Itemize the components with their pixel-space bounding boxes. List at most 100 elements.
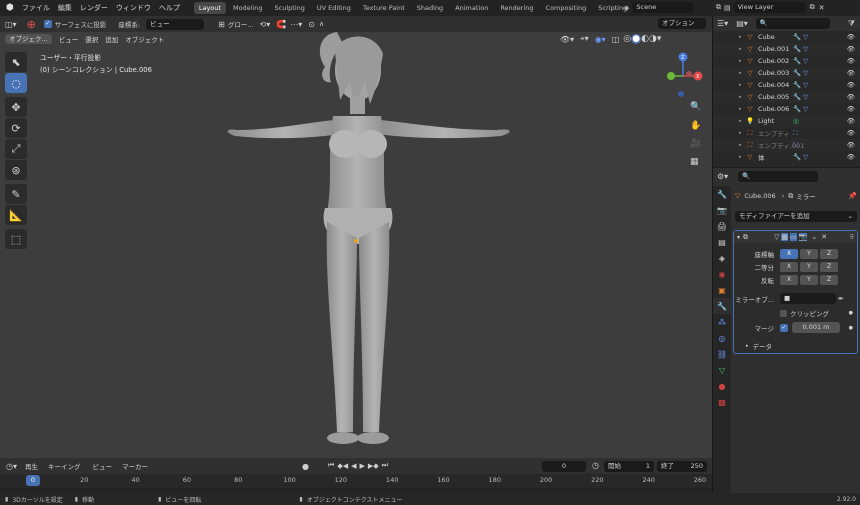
add-modifier-dropdown[interactable]: モディファイアーを追加 ⌄	[735, 211, 857, 222]
menu-add[interactable]: 追加	[105, 34, 118, 44]
view-layer-name[interactable]: View Layer	[733, 2, 806, 13]
outliner-item[interactable]: ▸ ▽ Cube.002 🔧 ▽ 👁	[713, 55, 860, 67]
timeline-ruler[interactable]: 0 20 40 60 80 100 120 140 160 180 200 220 240 260	[0, 474, 712, 488]
close-icon[interactable]: ✕	[819, 4, 825, 12]
outliner-item[interactable]: ▸ 💡 Light ◎ 👁	[713, 115, 860, 127]
keying-menu[interactable]: キーイング	[48, 461, 81, 471]
timeline-editor-icon[interactable]: ◷▾	[6, 462, 17, 471]
outliner-item[interactable]: ▸ ▽ Cube.001 🔧 ▽ 👁	[713, 43, 860, 55]
drag-handle-icon[interactable]: ⠿	[850, 234, 854, 241]
camera-view-icon[interactable]: 🎥	[690, 139, 701, 149]
merge-checkbox[interactable]: ✓	[780, 323, 788, 332]
material-tab-icon[interactable]: ●	[713, 378, 731, 394]
modifier-data-icon[interactable]: 🔧 ▽	[793, 45, 808, 53]
expand-arrow-icon[interactable]: ▸	[739, 106, 742, 112]
timeline-view-menu[interactable]: ビュー	[93, 461, 113, 471]
expand-arrow-icon[interactable]: ▸	[739, 130, 742, 136]
expand-arrow-icon[interactable]: ▸	[739, 46, 742, 52]
select-tool-icon[interactable]: ⬉	[5, 52, 27, 72]
shading-wireframe-icon[interactable]: ◎	[623, 34, 631, 44]
record-icon[interactable]: ●	[302, 462, 309, 471]
rotate-tool-icon[interactable]: ⟳	[5, 118, 27, 138]
outliner-item[interactable]: ▸ ▽ Cube 🔧 ▽ 👁	[713, 31, 860, 43]
tool-tab-icon[interactable]: 🔧	[713, 186, 731, 202]
play-icon[interactable]: ▶	[359, 462, 364, 470]
next-keyframe-icon[interactable]: ▶◆	[368, 462, 379, 470]
visibility-eye-icon[interactable]: 👁	[847, 69, 855, 77]
scene-selector[interactable]: ◈ Scene	[624, 2, 695, 13]
xray-icon[interactable]: ◫	[612, 35, 620, 44]
visibility-eye-icon[interactable]: 👁	[847, 57, 855, 65]
overlays-icon[interactable]: ◉▾	[595, 35, 606, 44]
clipping-checkbox[interactable]	[780, 309, 787, 317]
pan-icon[interactable]: ✋	[690, 121, 701, 131]
menu-view[interactable]: ビュー	[59, 34, 79, 44]
shading-solid-icon[interactable]: ●	[631, 34, 642, 44]
view-layer-tab-icon[interactable]: ▤	[713, 234, 731, 250]
visibility-eye-icon[interactable]: 👁	[847, 45, 855, 53]
shading-material-icon[interactable]: ◐	[641, 34, 649, 44]
visibility-eye-icon[interactable]: 👁	[847, 153, 855, 161]
flip-z-toggle[interactable]: Z	[820, 275, 838, 285]
collapse-arrow-icon[interactable]: ▾	[737, 234, 740, 241]
properties-editor-icon[interactable]: ⚙▾	[717, 172, 728, 181]
bisect-y-toggle[interactable]: Y	[800, 262, 818, 272]
flip-y-toggle[interactable]: Y	[800, 275, 818, 285]
scale-tool-icon[interactable]: ⤢	[5, 139, 27, 159]
world-tab-icon[interactable]: ◉	[713, 266, 731, 282]
menu-render[interactable]: レンダー	[80, 3, 108, 13]
marker-menu[interactable]: マーカー	[122, 461, 148, 471]
playback-menu[interactable]: 再生	[25, 461, 38, 471]
modifier-data-icon[interactable]: 🔧 ▽	[793, 93, 808, 101]
scene-tab-icon[interactable]: ◈	[713, 250, 731, 266]
display-mode-icon[interactable]: ▤▾	[736, 19, 748, 28]
menu-edit[interactable]: 編集	[58, 3, 72, 13]
visibility-eye-icon[interactable]: 👁	[847, 129, 855, 137]
expand-arrow-icon[interactable]: ▸	[739, 118, 742, 124]
editor-type-icon[interactable]: ◫▾	[5, 20, 17, 29]
expand-arrow-icon[interactable]: ▸	[739, 154, 742, 160]
merge-keyframe-dot-icon[interactable]: ●	[849, 325, 853, 331]
expand-arrow-icon[interactable]: ▸	[739, 70, 742, 76]
modifier-tab-icon[interactable]: 🔧	[713, 298, 731, 314]
texture-tab-icon[interactable]: ▩	[713, 394, 731, 410]
outliner-item[interactable]: ▸ ▽ Cube.003 🔧 ▽ 👁	[713, 67, 860, 79]
expand-arrow-icon[interactable]: ▸	[739, 82, 742, 88]
particles-tab-icon[interactable]: ⁂	[713, 314, 731, 330]
outliner-item[interactable]: ▸ ▽ Cube.004 🔧 ▽ 👁	[713, 79, 860, 91]
modifier-data-icon[interactable]: 🔧 ▽	[793, 33, 808, 41]
outliner-item[interactable]: ▸ ▽ Cube.006 🔧 ▽ 👁	[713, 103, 860, 115]
modifier-menu-icon[interactable]: ⌄	[811, 233, 817, 241]
eyedropper-icon[interactable]: ✒	[838, 295, 844, 303]
surface-project-checkbox[interactable]: ✓	[43, 20, 52, 28]
modifier-data-icon[interactable]: ⛶	[793, 129, 798, 138]
axis-x-toggle[interactable]: X	[780, 249, 798, 259]
outliner-item[interactable]: ▸ ▽ Cube.005 🔧 ▽ 👁	[713, 91, 860, 103]
mirror-object-field[interactable]: ■	[780, 293, 836, 304]
add-cube-tool-icon[interactable]: ⬚	[5, 229, 27, 249]
merge-distance-field[interactable]: 0.001 m	[792, 322, 840, 333]
visibility-eye-icon[interactable]: 👁	[847, 33, 855, 41]
outliner-item[interactable]: ▸ ⛶ エンプティ.001 ⛶ 👁	[713, 139, 860, 151]
visibility-eye-icon[interactable]: 👁	[847, 141, 855, 149]
orientation-dropdown[interactable]: ビュー	[146, 18, 205, 30]
outliner-search-input[interactable]: 🔍	[755, 18, 830, 29]
character-mesh[interactable]	[215, 12, 525, 452]
expand-arrow-icon[interactable]: ▸	[739, 58, 742, 64]
visibility-icon[interactable]: 👁▾	[560, 35, 574, 44]
data-tab-icon[interactable]: ▽	[713, 362, 731, 378]
render-tab-icon[interactable]: 📷	[713, 202, 731, 218]
mode-dropdown[interactable]: オブジェク...	[5, 34, 52, 44]
gizmo-icon[interactable]: ⌖▾	[580, 34, 589, 44]
pin-icon[interactable]: 📌	[848, 192, 857, 200]
copy-scene-icon[interactable]: ⧉	[716, 3, 721, 12]
axis-y-toggle[interactable]: Y	[800, 249, 818, 259]
menu-window[interactable]: ウィンドウ	[116, 3, 151, 13]
bisect-x-toggle[interactable]: X	[780, 262, 798, 272]
filter-icon[interactable]: ⧩	[848, 19, 855, 29]
jump-end-icon[interactable]: ⏭	[382, 461, 388, 470]
axis-z-toggle[interactable]: Z	[820, 249, 838, 259]
modifier-data-icon[interactable]: 🔧 ▽	[793, 153, 808, 161]
object-tab-icon[interactable]: ▣	[713, 282, 731, 298]
visibility-eye-icon[interactable]: 👁	[847, 81, 855, 89]
